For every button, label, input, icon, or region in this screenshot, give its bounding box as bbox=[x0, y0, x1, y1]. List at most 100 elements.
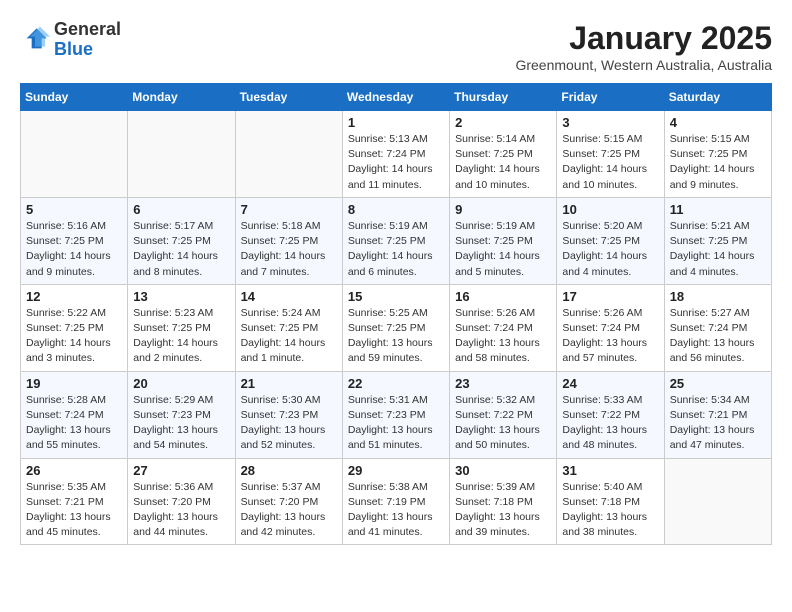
calendar-cell bbox=[21, 111, 128, 198]
day-info: Sunrise: 5:23 AM Sunset: 7:25 PM Dayligh… bbox=[133, 306, 229, 367]
calendar-cell: 25Sunrise: 5:34 AM Sunset: 7:21 PM Dayli… bbox=[664, 371, 771, 458]
calendar-cell: 5Sunrise: 5:16 AM Sunset: 7:25 PM Daylig… bbox=[21, 197, 128, 284]
calendar-cell: 31 Sunrise: 5:40 AM Sunset: 7:18 PM Dayli… bbox=[557, 458, 664, 545]
calendar-header-friday: Friday bbox=[557, 84, 664, 111]
calendar-cell: 28Sunrise: 5:37 AM Sunset: 7:20 PM Dayli… bbox=[235, 458, 342, 545]
day-info: Sunrise: 5:35 AM Sunset: 7:21 PM Dayligh… bbox=[26, 480, 122, 541]
logo-text: General Blue bbox=[54, 20, 121, 60]
day-info: Sunrise: 5:24 AM Sunset: 7:25 PM Dayligh… bbox=[241, 306, 337, 367]
calendar-header-sunday: Sunday bbox=[21, 84, 128, 111]
day-info: Sunrise: 5:38 AM Sunset: 7:19 PM Dayligh… bbox=[348, 480, 444, 541]
calendar-cell: 29 Sunrise: 5:38 AM Sunset: 7:19 PM Dayli… bbox=[342, 458, 449, 545]
calendar-table: SundayMondayTuesdayWednesdayThursdayFrid… bbox=[20, 83, 772, 545]
day-info: Sunrise: 5:21 AM Sunset: 7:25 PM Dayligh… bbox=[670, 219, 766, 280]
day-number: 2 bbox=[455, 115, 551, 130]
calendar-cell: 9 Sunrise: 5:19 AM Sunset: 7:25 PM Daylig… bbox=[450, 197, 557, 284]
day-info: Sunrise: 5:18 AM Sunset: 7:25 PM Dayligh… bbox=[241, 219, 337, 280]
day-number: 22 bbox=[348, 376, 444, 391]
day-info: Sunrise: 5:33 AM Sunset: 7:22 PM Dayligh… bbox=[562, 393, 658, 454]
calendar-cell: 17Sunrise: 5:26 AM Sunset: 7:24 PM Dayli… bbox=[557, 284, 664, 371]
calendar-cell: 24 Sunrise: 5:33 AM Sunset: 7:22 PM Dayli… bbox=[557, 371, 664, 458]
day-info: Sunrise: 5:31 AM Sunset: 7:23 PM Dayligh… bbox=[348, 393, 444, 454]
month-title: January 2025 bbox=[515, 20, 772, 57]
day-number: 21 bbox=[241, 376, 337, 391]
day-number: 27 bbox=[133, 463, 229, 478]
day-info: Sunrise: 5:25 AM Sunset: 7:25 PM Dayligh… bbox=[348, 306, 444, 367]
day-info: Sunrise: 5:17 AM Sunset: 7:25 PM Dayligh… bbox=[133, 219, 229, 280]
day-number: 25 bbox=[670, 376, 766, 391]
day-info: Sunrise: 5:16 AM Sunset: 7:25 PM Dayligh… bbox=[26, 219, 122, 280]
calendar-cell: 3Sunrise: 5:15 AM Sunset: 7:25 PM Daylig… bbox=[557, 111, 664, 198]
calendar-cell: 15Sunrise: 5:25 AM Sunset: 7:25 PM Dayli… bbox=[342, 284, 449, 371]
day-info: Sunrise: 5:15 AM Sunset: 7:25 PM Dayligh… bbox=[670, 132, 766, 193]
calendar-cell bbox=[128, 111, 235, 198]
calendar-cell: 10 Sunrise: 5:20 AM Sunset: 7:25 PM Dayli… bbox=[557, 197, 664, 284]
day-number: 20 bbox=[133, 376, 229, 391]
calendar-cell: 2Sunrise: 5:14 AM Sunset: 7:25 PM Daylig… bbox=[450, 111, 557, 198]
day-info: Sunrise: 5:30 AM Sunset: 7:23 PM Dayligh… bbox=[241, 393, 337, 454]
calendar-cell: 30Sunrise: 5:39 AM Sunset: 7:18 PM Dayli… bbox=[450, 458, 557, 545]
day-number: 1 bbox=[348, 115, 444, 130]
calendar-cell bbox=[235, 111, 342, 198]
calendar-header-row: SundayMondayTuesdayWednesdayThursdayFrid… bbox=[21, 84, 772, 111]
day-info: Sunrise: 5:22 AM Sunset: 7:25 PM Dayligh… bbox=[26, 306, 122, 367]
calendar-cell: 19 Sunrise: 5:28 AM Sunset: 7:24 PM Dayli… bbox=[21, 371, 128, 458]
day-number: 12 bbox=[26, 289, 122, 304]
calendar-cell: 1 Sunrise: 5:13 AM Sunset: 7:24 PM Daylig… bbox=[342, 111, 449, 198]
day-number: 19 bbox=[26, 376, 122, 391]
calendar-header-monday: Monday bbox=[128, 84, 235, 111]
day-info: Sunrise: 5:36 AM Sunset: 7:20 PM Dayligh… bbox=[133, 480, 229, 541]
day-number: 16 bbox=[455, 289, 551, 304]
day-number: 8 bbox=[348, 202, 444, 217]
calendar-week-1: 1 Sunrise: 5:13 AM Sunset: 7:24 PM Daylig… bbox=[21, 111, 772, 198]
page-header: General Blue January 2025 Greenmount, We… bbox=[20, 20, 772, 73]
calendar-cell: 18 Sunrise: 5:27 AM Sunset: 7:24 PM Dayli… bbox=[664, 284, 771, 371]
day-number: 4 bbox=[670, 115, 766, 130]
calendar-header-thursday: Thursday bbox=[450, 84, 557, 111]
day-number: 13 bbox=[133, 289, 229, 304]
calendar-cell: 23Sunrise: 5:32 AM Sunset: 7:22 PM Dayli… bbox=[450, 371, 557, 458]
location: Greenmount, Western Australia, Australia bbox=[515, 57, 772, 73]
calendar-cell: 22 Sunrise: 5:31 AM Sunset: 7:23 PM Dayli… bbox=[342, 371, 449, 458]
calendar-cell: 11Sunrise: 5:21 AM Sunset: 7:25 PM Dayli… bbox=[664, 197, 771, 284]
calendar-week-5: 26 Sunrise: 5:35 AM Sunset: 7:21 PM Dayli… bbox=[21, 458, 772, 545]
calendar-cell: 13 Sunrise: 5:23 AM Sunset: 7:25 PM Dayli… bbox=[128, 284, 235, 371]
calendar-week-4: 19 Sunrise: 5:28 AM Sunset: 7:24 PM Dayli… bbox=[21, 371, 772, 458]
logo-icon bbox=[20, 25, 50, 55]
day-number: 9 bbox=[455, 202, 551, 217]
calendar-cell: 8 Sunrise: 5:19 AM Sunset: 7:25 PM Daylig… bbox=[342, 197, 449, 284]
calendar-cell: 21 Sunrise: 5:30 AM Sunset: 7:23 PM Dayli… bbox=[235, 371, 342, 458]
calendar-cell: 4 Sunrise: 5:15 AM Sunset: 7:25 PM Daylig… bbox=[664, 111, 771, 198]
calendar-cell: 7Sunrise: 5:18 AM Sunset: 7:25 PM Daylig… bbox=[235, 197, 342, 284]
day-info: Sunrise: 5:40 AM Sunset: 7:18 PM Dayligh… bbox=[562, 480, 658, 541]
day-number: 18 bbox=[670, 289, 766, 304]
day-info: Sunrise: 5:19 AM Sunset: 7:25 PM Dayligh… bbox=[348, 219, 444, 280]
day-number: 29 bbox=[348, 463, 444, 478]
day-number: 14 bbox=[241, 289, 337, 304]
day-info: Sunrise: 5:39 AM Sunset: 7:18 PM Dayligh… bbox=[455, 480, 551, 541]
day-number: 10 bbox=[562, 202, 658, 217]
day-number: 26 bbox=[26, 463, 122, 478]
logo-blue: Blue bbox=[54, 39, 93, 59]
day-number: 24 bbox=[562, 376, 658, 391]
calendar-header-saturday: Saturday bbox=[664, 84, 771, 111]
day-info: Sunrise: 5:27 AM Sunset: 7:24 PM Dayligh… bbox=[670, 306, 766, 367]
calendar-header-wednesday: Wednesday bbox=[342, 84, 449, 111]
calendar-cell: 12 Sunrise: 5:22 AM Sunset: 7:25 PM Dayli… bbox=[21, 284, 128, 371]
day-info: Sunrise: 5:19 AM Sunset: 7:25 PM Dayligh… bbox=[455, 219, 551, 280]
day-info: Sunrise: 5:26 AM Sunset: 7:24 PM Dayligh… bbox=[562, 306, 658, 367]
day-info: Sunrise: 5:28 AM Sunset: 7:24 PM Dayligh… bbox=[26, 393, 122, 454]
title-block: January 2025 Greenmount, Western Austral… bbox=[515, 20, 772, 73]
day-number: 28 bbox=[241, 463, 337, 478]
day-number: 23 bbox=[455, 376, 551, 391]
day-number: 31 bbox=[562, 463, 658, 478]
calendar-cell: 16Sunrise: 5:26 AM Sunset: 7:24 PM Dayli… bbox=[450, 284, 557, 371]
calendar-header-tuesday: Tuesday bbox=[235, 84, 342, 111]
calendar-cell: 27 Sunrise: 5:36 AM Sunset: 7:20 PM Dayli… bbox=[128, 458, 235, 545]
day-number: 3 bbox=[562, 115, 658, 130]
calendar-cell bbox=[664, 458, 771, 545]
calendar-week-3: 12 Sunrise: 5:22 AM Sunset: 7:25 PM Dayli… bbox=[21, 284, 772, 371]
day-info: Sunrise: 5:20 AM Sunset: 7:25 PM Dayligh… bbox=[562, 219, 658, 280]
calendar-cell: 6Sunrise: 5:17 AM Sunset: 7:25 PM Daylig… bbox=[128, 197, 235, 284]
day-info: Sunrise: 5:13 AM Sunset: 7:24 PM Dayligh… bbox=[348, 132, 444, 193]
